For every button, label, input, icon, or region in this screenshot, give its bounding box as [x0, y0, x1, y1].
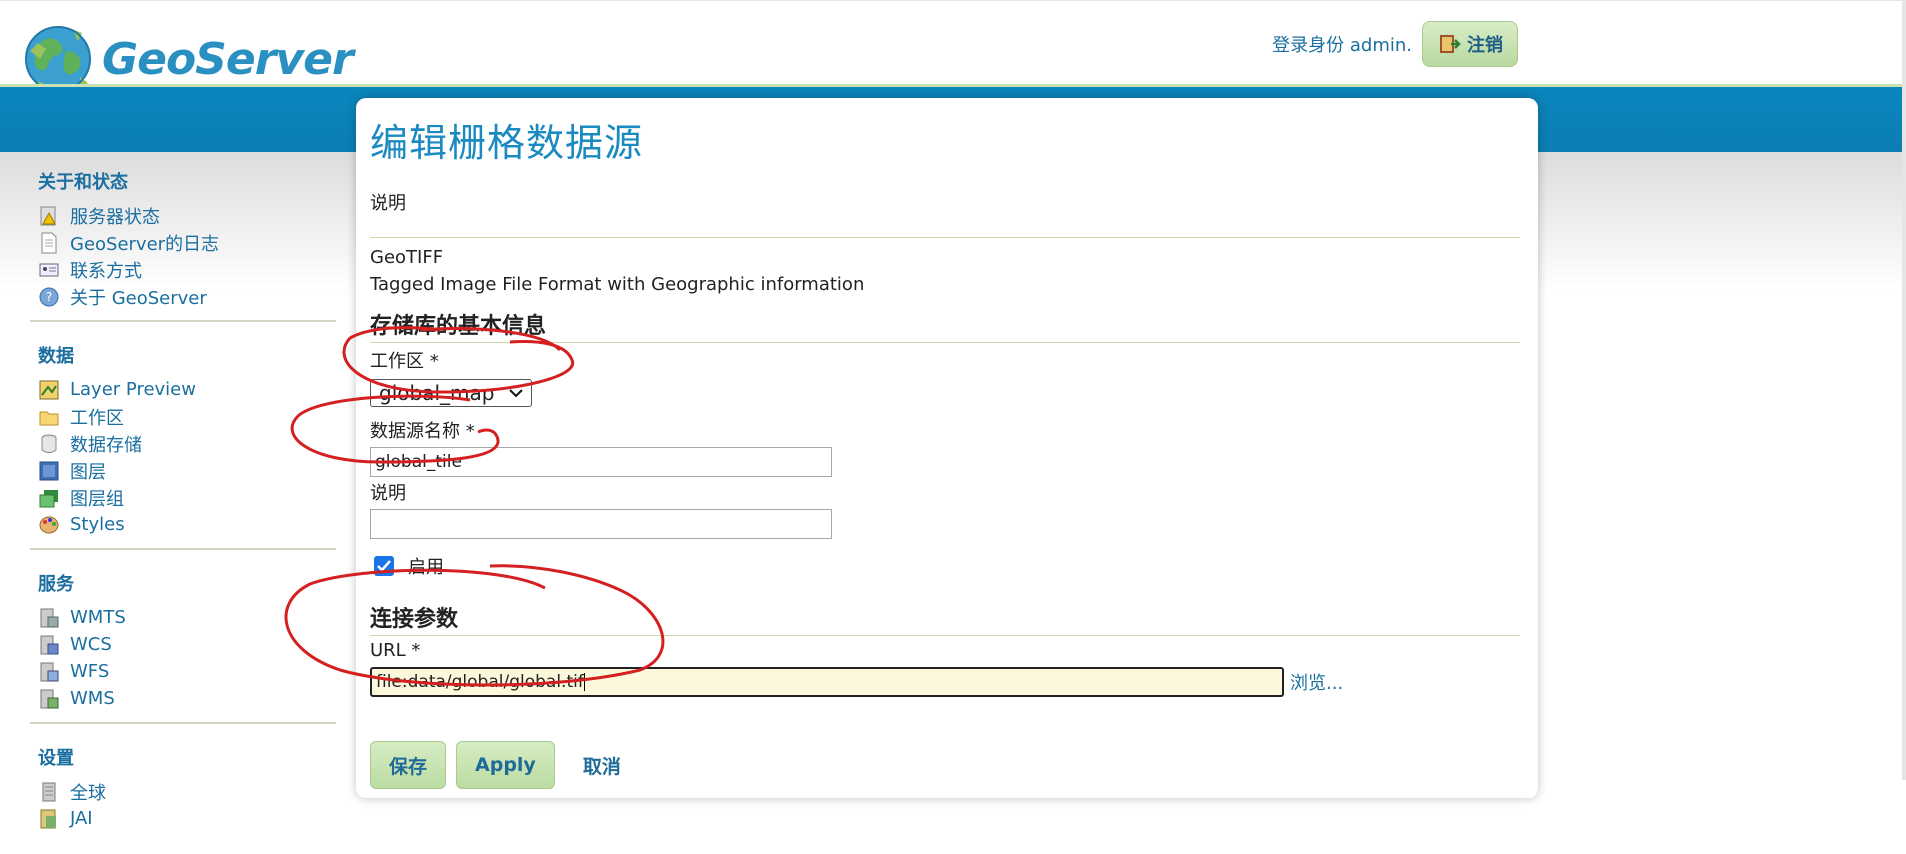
folder-icon	[39, 411, 59, 425]
sidebar-item-label: 图层	[70, 461, 106, 483]
sidebar-item-layer-groups[interactable]: 图层组	[30, 484, 336, 511]
sidebar-item-wms[interactable]: WMS	[30, 685, 336, 712]
sidebar-item-wmts[interactable]: WMTS	[30, 604, 336, 631]
format-name: GeoTIFF	[370, 247, 444, 268]
sidebar-item-label: 全球	[70, 782, 106, 804]
service-icon	[40, 662, 59, 681]
form-container: 编辑栅格数据源 说明 GeoTIFF Tagged Image File For…	[370, 98, 1520, 789]
sidebar-section-services: 服务 WMTS WCS WFS WMS	[30, 562, 336, 724]
sidebar-item-label: WCS	[70, 634, 112, 655]
sidebar-item-label: 工作区	[70, 407, 124, 429]
text-caret	[583, 673, 585, 691]
logout-label: 注销	[1467, 35, 1503, 56]
palette-icon	[39, 516, 59, 533]
save-button[interactable]: 保存	[370, 741, 447, 789]
format-description: Tagged Image File Format with Geographic…	[370, 274, 865, 295]
layer-icon	[39, 461, 59, 480]
sidebar-item-jai[interactable]: JAI	[30, 805, 336, 832]
server-icon	[42, 782, 56, 801]
description-field-label: 说明	[370, 483, 406, 504]
service-icon	[40, 635, 59, 654]
sidebar-item-label: WMTS	[70, 607, 126, 628]
sidebar-item-layer-preview[interactable]: Layer Preview	[30, 376, 336, 403]
enabled-label: 启用	[408, 557, 444, 578]
server-status-icon	[40, 206, 56, 225]
connection-heading: 连接参数	[370, 607, 459, 632]
sidebar-item-logs[interactable]: GeoServer的日志	[30, 229, 336, 256]
sidebar-item-global[interactable]: 全球	[30, 778, 336, 805]
logout-button[interactable]: 注销	[1422, 21, 1518, 67]
chevron-down-icon	[509, 389, 523, 398]
workspace-label: 工作区 *	[370, 351, 439, 372]
sidebar-item-label: 关于 GeoServer	[70, 287, 207, 309]
sidebar-section-title: 关于和状态	[38, 172, 128, 193]
database-icon	[41, 434, 57, 453]
login-area: 登录身份 admin. 注销	[1272, 21, 1518, 67]
server-icon	[40, 809, 56, 828]
sidebar: 关于和状态 服务器状态 GeoServer的日志 联系方式 ? 关于 GeoSe…	[30, 160, 336, 854]
url-row: file:data/global/global.tif 浏览...	[370, 667, 1520, 697]
sidebar-section-title: 数据	[38, 346, 74, 367]
sidebar-item-label: GeoServer的日志	[70, 233, 220, 255]
url-input[interactable]: file:data/global/global.tif	[370, 667, 1284, 697]
main-panel: 编辑栅格数据源 说明 GeoTIFF Tagged Image File For…	[356, 98, 1538, 798]
sidebar-item-label: 联系方式	[70, 260, 142, 282]
description-input[interactable]	[370, 509, 832, 539]
top-header: GeoServer 登录身份 admin. 注销	[0, 0, 1906, 92]
sidebar-item-label: 图层组	[70, 488, 124, 510]
layer-preview-icon	[39, 380, 59, 399]
sidebar-section-settings: 设置 全球 JAI	[30, 736, 336, 842]
url-label: URL *	[370, 640, 421, 661]
sidebar-item-label: 服务器状态	[70, 206, 160, 228]
sidebar-item-label: WMS	[70, 688, 115, 709]
sidebar-item-label: JAI	[70, 808, 93, 829]
divider	[370, 237, 1520, 238]
sidebar-item-workspaces[interactable]: 工作区	[30, 403, 336, 430]
sidebar-item-server-status[interactable]: 服务器状态	[30, 202, 336, 229]
store-name-input[interactable]: global_tile	[370, 447, 832, 477]
sidebar-item-label: 数据存储	[70, 434, 142, 456]
contact-card-icon	[39, 263, 59, 276]
sidebar-item-label: Styles	[70, 514, 125, 535]
service-icon	[40, 689, 59, 708]
sidebar-section-title: 设置	[38, 748, 74, 769]
page-title: 编辑栅格数据源	[370, 121, 644, 165]
sidebar-item-wfs[interactable]: WFS	[30, 658, 336, 685]
enabled-row: 启用	[370, 553, 1520, 579]
layer-group-icon	[39, 489, 58, 507]
brand-name: GeoServer	[102, 33, 354, 85]
workspace-select[interactable]: global_map	[370, 379, 532, 407]
browse-link[interactable]: 浏览...	[1290, 669, 1343, 695]
sidebar-item-styles[interactable]: Styles	[30, 511, 336, 538]
form-actions: 保存 Apply 取消	[370, 741, 1520, 789]
sidebar-item-wcs[interactable]: WCS	[30, 631, 336, 658]
workspace-selected-value: global_map	[379, 381, 495, 405]
enabled-checkbox[interactable]	[374, 556, 394, 576]
login-status: 登录身份 admin.	[1272, 35, 1412, 56]
divider	[370, 635, 1520, 636]
sidebar-item-about[interactable]: ? 关于 GeoServer	[30, 283, 336, 310]
divider	[370, 342, 1520, 343]
apply-button[interactable]: Apply	[456, 741, 555, 789]
sidebar-section-data: 数据 Layer Preview 工作区 数据存储 图层 图层组 Styles	[30, 334, 336, 550]
log-document-icon	[41, 232, 57, 253]
sidebar-item-label: Layer Preview	[70, 379, 196, 400]
url-value: file:data/global/global.tif	[376, 672, 584, 692]
window-edge	[1902, 0, 1906, 780]
sidebar-section-about: 关于和状态 服务器状态 GeoServer的日志 联系方式 ? 关于 GeoSe…	[30, 160, 336, 322]
sidebar-item-stores[interactable]: 数据存储	[30, 430, 336, 457]
service-icon	[40, 608, 59, 627]
store-name-label: 数据源名称 *	[370, 421, 475, 442]
sidebar-section-title: 服务	[38, 574, 74, 595]
cancel-link[interactable]: 取消	[583, 752, 621, 779]
sidebar-item-label: WFS	[70, 661, 110, 682]
sidebar-item-layers[interactable]: 图层	[30, 457, 336, 484]
svg-text:?: ?	[46, 290, 52, 304]
logout-door-icon	[1440, 35, 1461, 53]
basic-info-heading: 存储库的基本信息	[370, 314, 547, 339]
page-description: 说明	[370, 193, 406, 214]
sidebar-item-contact[interactable]: 联系方式	[30, 256, 336, 283]
checkmark-icon	[377, 560, 391, 572]
help-icon: ?	[39, 287, 59, 306]
